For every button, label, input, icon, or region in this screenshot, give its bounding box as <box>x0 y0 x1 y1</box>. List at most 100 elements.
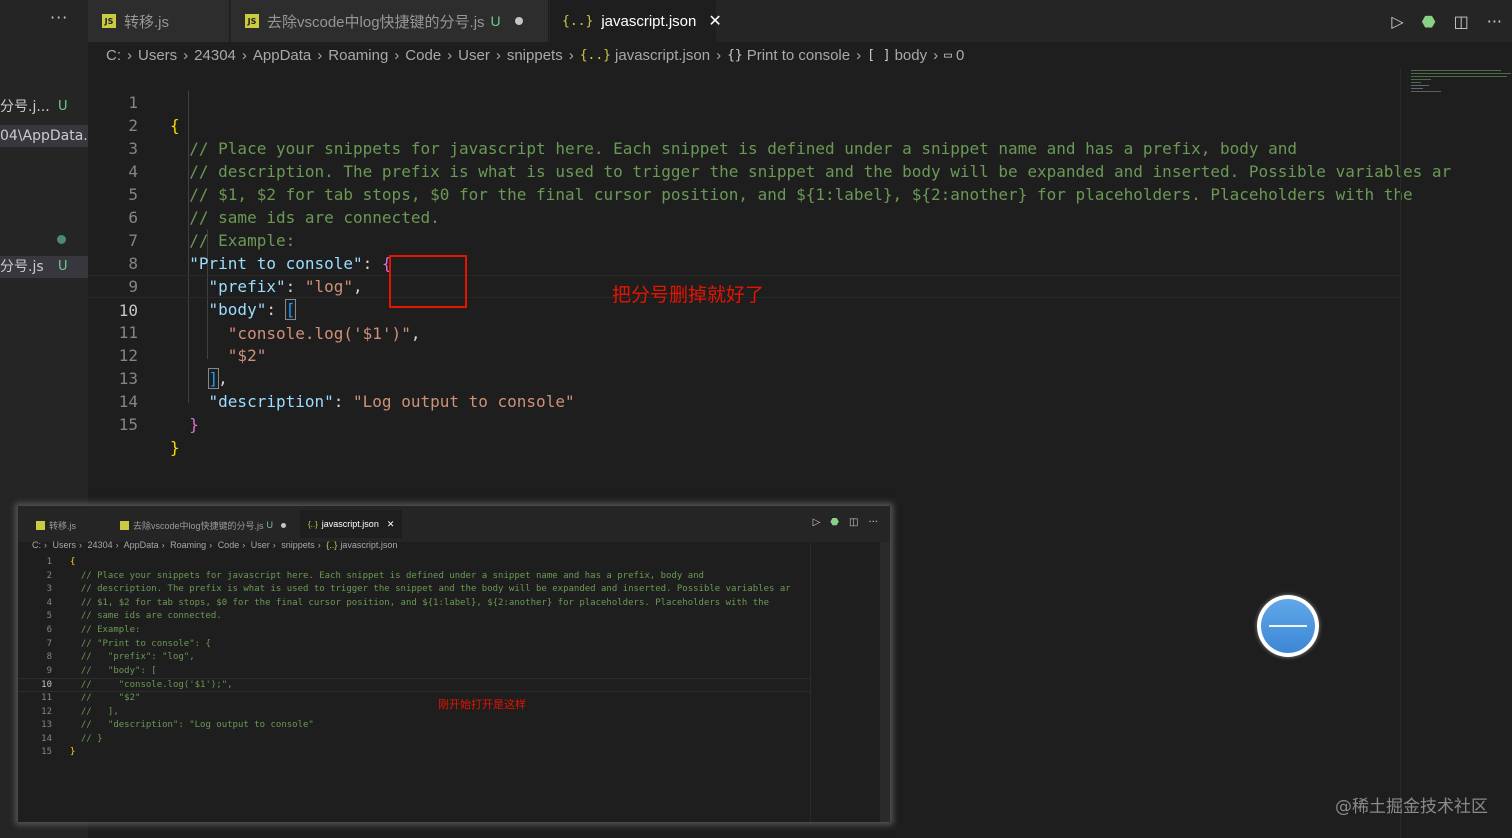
code-line: 2 // Place your snippets for javascript … <box>88 91 1400 158</box>
breadcrumb-item[interactable]: snippets <box>507 47 563 64</box>
split-editor-icon: ◫ <box>849 517 859 528</box>
git-status-badge: U <box>58 259 68 274</box>
code-text: // "$2" <box>70 693 141 703</box>
code-line: 14 // } <box>18 733 810 747</box>
explorer-item-label: 分号.js <box>0 259 44 275</box>
breadcrumb: C: › Users › 24304 › AppData › Roaming › Code… <box>32 540 398 550</box>
code-text: // description. The prefix is what is us… <box>70 584 791 595</box>
minimap <box>810 542 880 822</box>
chevron-right-icon: › <box>394 46 400 64</box>
tab-label: javascript.json <box>321 519 379 529</box>
breadcrumb-item[interactable]: Roaming <box>328 47 388 64</box>
floating-assistant-button[interactable] <box>1257 595 1319 657</box>
code-line: 2 // Place your snippets for javascript … <box>18 570 810 584</box>
minimap-line <box>1411 76 1507 77</box>
line-number: 15 <box>118 415 138 434</box>
code-line: 12 ], <box>88 321 1400 389</box>
more-actions-icon[interactable]: ··· <box>1487 12 1502 31</box>
unsaved-dot-icon <box>281 522 287 528</box>
minimap-line <box>1411 70 1501 71</box>
breadcrumb-item[interactable]: Print to console <box>747 47 850 64</box>
code-line: 7 "Print to console": { <box>88 206 1400 273</box>
tab-label: 去除vscode中log快捷键的分号.js <box>133 520 264 531</box>
line-number: 8 <box>46 652 52 663</box>
object-symbol-icon: {} <box>727 47 743 63</box>
code-editor[interactable]: 1 { 2 // Place your snippets for javascr… <box>88 68 1451 457</box>
git-status-badge: U <box>58 99 68 114</box>
breadcrumb-item[interactable]: User <box>458 47 490 64</box>
more-actions-icon: ··· <box>868 517 878 528</box>
code-text: } <box>70 747 76 758</box>
code-line: 4 // $1, $2 for tab stops, $0 for the fi… <box>18 597 810 611</box>
editor-tab-bar: JS 转移.js JS 去除vscode中log快捷键的分号.js U {..}… <box>88 0 1512 42</box>
breadcrumb-item[interactable]: 24304 <box>194 47 236 64</box>
breadcrumb-item[interactable]: Users <box>138 47 177 64</box>
breadcrumb-item[interactable]: javascript.json <box>615 47 710 64</box>
line-number: 9 <box>46 665 52 676</box>
code-line: 13 // "description": "Log output to cons… <box>18 719 810 733</box>
code-text: // "console.log('$1');", <box>70 680 233 691</box>
explorer-path-item[interactable]: 04\AppData... <box>0 125 88 147</box>
code-text: // "Print to console": { <box>70 638 211 649</box>
code-text: // "prefix": "log", <box>70 652 195 663</box>
line-number: 6 <box>46 625 52 635</box>
string-symbol-icon: ▭ <box>944 47 952 63</box>
breadcrumb-item: Users <box>52 540 77 550</box>
git-status-badge: U <box>266 520 274 530</box>
explorer-item-selected[interactable]: 分号.js U <box>0 256 88 278</box>
code-line: 12 // ], <box>18 706 810 720</box>
json-file-icon: {..} <box>308 519 318 529</box>
run-icon[interactable]: ▷ <box>1391 12 1403 31</box>
breadcrumb-item[interactable]: body <box>895 47 928 64</box>
line-number: 10 <box>41 680 52 691</box>
chevron-right-icon: › <box>241 46 247 64</box>
chevron-right-icon: › <box>568 46 574 64</box>
code-line: 4 // $1, $2 for tab stops, $0 for the fi… <box>88 137 1412 204</box>
explorer-item[interactable]: 分号.j... U <box>0 96 88 118</box>
chevron-right-icon: › <box>447 46 453 64</box>
more-actions-icon[interactable]: ··· <box>50 8 68 27</box>
code-line: 8 // "prefix": "log", <box>18 651 810 665</box>
tab-transfer-js[interactable]: JS 转移.js <box>88 0 230 42</box>
unsaved-dot-icon[interactable] <box>514 17 523 25</box>
breadcrumb-item: snippets <box>281 540 315 550</box>
breadcrumb-item: AppData <box>123 540 159 550</box>
debug-icon[interactable]: ⬣ <box>1422 12 1436 31</box>
breadcrumb-item[interactable]: C: <box>106 47 121 64</box>
breadcrumb-item[interactable]: 0 <box>956 47 964 64</box>
scrollbar <box>880 542 890 822</box>
code-text: { <box>70 557 76 567</box>
line-number: 2 <box>46 570 52 581</box>
close-icon: ✕ <box>386 518 395 529</box>
breadcrumb-item[interactable]: Code <box>405 47 441 64</box>
line-number: 4 <box>46 597 52 608</box>
js-file-icon <box>120 520 129 530</box>
breadcrumb-item: javascript.json <box>340 540 398 550</box>
chevron-right-icon: › <box>856 46 862 64</box>
code-text: // ], <box>70 706 119 717</box>
line-number: 5 <box>46 611 52 622</box>
code-line: 5 // same ids are connected. <box>18 610 810 624</box>
modified-dot-icon <box>57 235 66 244</box>
code-line: 15} <box>18 746 810 760</box>
json-file-icon: {..} <box>326 540 338 550</box>
breadcrumb-item[interactable]: AppData <box>253 47 311 64</box>
code-text: // Place your snippets for javascript he… <box>70 570 704 581</box>
code-line: 11 // "$2" <box>18 692 810 706</box>
chevron-right-icon: › <box>933 46 939 64</box>
minimap[interactable] <box>1400 68 1512 838</box>
js-file-icon: JS <box>102 14 116 28</box>
tab-label: 转移.js <box>124 13 170 31</box>
minimap-line <box>1411 88 1423 89</box>
split-editor-icon[interactable]: ◫ <box>1454 12 1469 31</box>
editor-actions: ▷ ⬣ ◫ ··· <box>1391 0 1512 42</box>
minimap-line <box>1411 73 1511 74</box>
tab-javascript-json[interactable]: {..} javascript.json ✕ <box>550 0 722 42</box>
tab-remove-semicolon-js: 去除vscode中log快捷键的分号.js U <box>114 514 292 536</box>
tab-remove-semicolon-js[interactable]: JS 去除vscode中log快捷键的分号.js U <box>231 0 549 42</box>
code-line: 3 // description. The prefix is what is … <box>18 583 810 597</box>
breadcrumb-item: C: <box>32 540 41 550</box>
code-line: 9 // "body": [ <box>18 665 810 679</box>
tab-label: 转移.js <box>49 520 77 531</box>
close-icon[interactable]: ✕ <box>708 11 721 31</box>
